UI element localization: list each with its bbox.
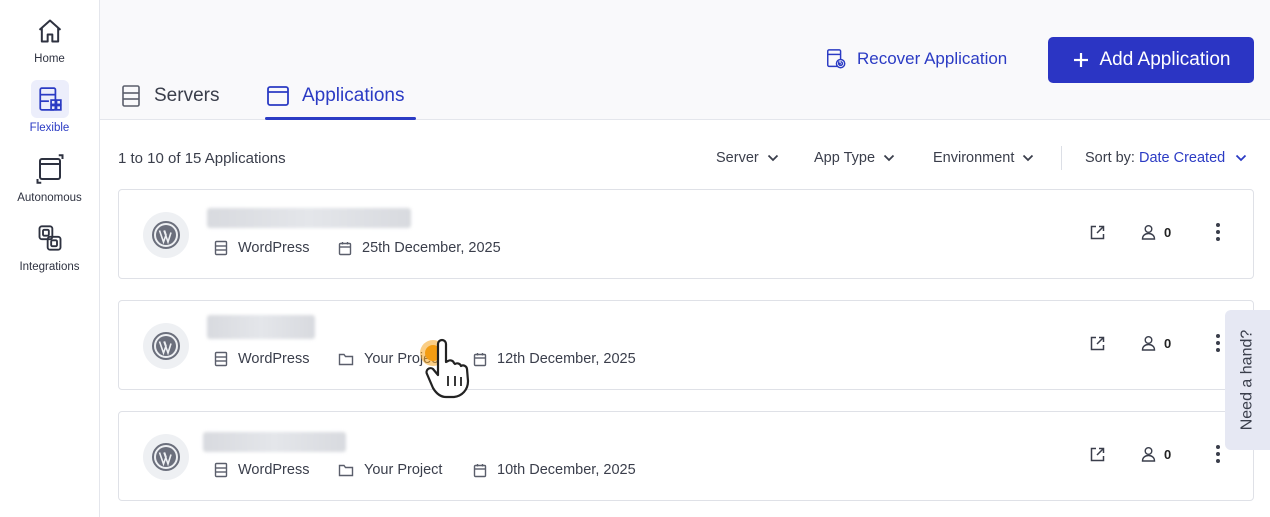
sidebar-item-autonomous[interactable]: Autonomous <box>0 150 99 204</box>
more-options-button[interactable] <box>1213 333 1223 353</box>
filter-label: App Type <box>814 150 876 166</box>
home-icon <box>38 19 61 43</box>
kebab-menu-icon <box>1216 445 1220 463</box>
application-card[interactable]: WordPress 25th December, 2025 0 <box>118 189 1254 279</box>
wordpress-icon <box>143 323 189 369</box>
app-name-redacted[interactable] <box>207 208 411 228</box>
user-icon <box>1141 225 1156 240</box>
application-card[interactable]: WordPress Your Project 12th December, 20… <box>118 300 1254 390</box>
app-type-label: WordPress <box>238 351 310 367</box>
filter-app-type[interactable]: App Type <box>814 150 895 166</box>
add-application-button[interactable]: Add Application <box>1048 37 1254 83</box>
filter-label: Server <box>716 150 759 166</box>
app-type: WordPress <box>214 240 309 256</box>
recover-application-label: Recover Application <box>857 49 1008 68</box>
tab-applications[interactable]: Applications <box>266 84 404 108</box>
calendar-icon <box>473 463 487 477</box>
sidebar-item-integrations[interactable]: Integrations <box>0 219 99 273</box>
open-external-button[interactable] <box>1089 446 1106 463</box>
sidebar-item-flexible[interactable]: Flexible <box>0 80 99 134</box>
external-link-icon <box>1090 336 1105 351</box>
filter-label: Environment <box>933 150 1015 166</box>
more-options-button[interactable] <box>1213 444 1223 464</box>
filter-server[interactable]: Server <box>716 150 779 166</box>
sidebar-item-label: Flexible <box>29 122 70 134</box>
sort-value: Date Created <box>1138 150 1226 166</box>
app-type: WordPress <box>214 351 309 367</box>
wordpress-icon <box>143 434 189 480</box>
sidebar-item-home[interactable]: Home <box>0 12 99 65</box>
collaborators-count-label: 0 <box>1164 224 1172 240</box>
active-tab-indicator <box>265 117 416 120</box>
app-date: 10th December, 2025 <box>473 462 636 478</box>
server-icon <box>214 462 228 478</box>
app-name-redacted[interactable] <box>203 432 346 452</box>
tab-label: Applications <box>302 85 405 106</box>
recover-icon <box>827 49 846 69</box>
app-project-label: Your Project <box>364 351 443 367</box>
chevron-down-icon <box>1236 154 1247 162</box>
calendar-icon <box>473 352 487 366</box>
open-external-button[interactable] <box>1089 335 1106 352</box>
chevron-down-icon <box>767 154 778 162</box>
tab-label: Servers <box>154 85 220 106</box>
chevron-down-icon <box>1023 154 1034 162</box>
collaborators-count[interactable]: 0 <box>1141 224 1171 240</box>
app-project[interactable]: Your Project <box>338 351 442 367</box>
user-icon <box>1141 447 1156 462</box>
app-project-label: Your Project <box>364 462 443 478</box>
collaborators-count-label: 0 <box>1164 446 1172 462</box>
app-type: WordPress <box>214 462 309 478</box>
app-date: 12th December, 2025 <box>473 351 636 367</box>
sidebar: Home Flexible Autonomous Integrations <box>0 0 100 517</box>
integrations-icon <box>38 225 61 251</box>
app-type-label: WordPress <box>238 462 310 478</box>
app-name-redacted[interactable] <box>207 315 315 339</box>
open-external-button[interactable] <box>1089 224 1106 241</box>
plus-icon <box>1073 53 1088 67</box>
external-link-icon <box>1090 225 1105 240</box>
application-card[interactable]: WordPress Your Project 10th December, 20… <box>118 411 1254 501</box>
wordpress-icon <box>143 212 189 258</box>
user-icon <box>1141 336 1156 351</box>
sidebar-item-label: Integrations <box>19 261 80 273</box>
collaborators-count[interactable]: 0 <box>1141 446 1171 462</box>
flexible-icon <box>38 87 62 111</box>
kebab-menu-icon <box>1216 223 1220 241</box>
app-date-label: 12th December, 2025 <box>497 351 636 367</box>
server-icon <box>122 85 140 107</box>
app-project[interactable]: Your Project <box>338 462 442 478</box>
more-options-button[interactable] <box>1213 222 1223 242</box>
collaborators-count[interactable]: 0 <box>1141 335 1171 351</box>
app-type-label: WordPress <box>238 240 310 256</box>
chevron-down-icon <box>883 154 895 162</box>
collaborators-count-label: 0 <box>1164 335 1172 351</box>
sort-dropdown[interactable]: Sort by: Date Created <box>1085 150 1247 166</box>
kebab-menu-icon <box>1216 334 1220 352</box>
need-a-hand-button[interactable]: Need a hand? <box>1225 310 1270 450</box>
app-date-label: 10th December, 2025 <box>497 462 636 478</box>
calendar-icon <box>338 241 352 255</box>
need-a-hand-label: Need a hand? <box>1238 329 1256 431</box>
divider <box>1061 146 1062 170</box>
sidebar-item-label: Home <box>34 53 65 65</box>
folder-icon <box>338 464 354 477</box>
folder-icon <box>338 353 354 366</box>
server-icon <box>214 351 228 367</box>
sidebar-item-label: Autonomous <box>17 192 82 204</box>
sort-label: Sort by: <box>1085 150 1135 166</box>
autonomous-icon <box>36 154 63 184</box>
app-date: 25th December, 2025 <box>338 240 501 256</box>
window-icon <box>267 86 289 106</box>
tab-servers[interactable]: Servers <box>120 84 219 108</box>
results-count: 1 to 10 of 15 Applications <box>118 150 286 167</box>
external-link-icon <box>1090 447 1105 462</box>
add-application-label: Add Application <box>1099 49 1231 70</box>
server-icon <box>214 240 228 256</box>
recover-application-button[interactable]: Recover Application <box>825 48 1007 70</box>
filter-environment[interactable]: Environment <box>933 150 1034 166</box>
app-date-label: 25th December, 2025 <box>362 240 501 256</box>
